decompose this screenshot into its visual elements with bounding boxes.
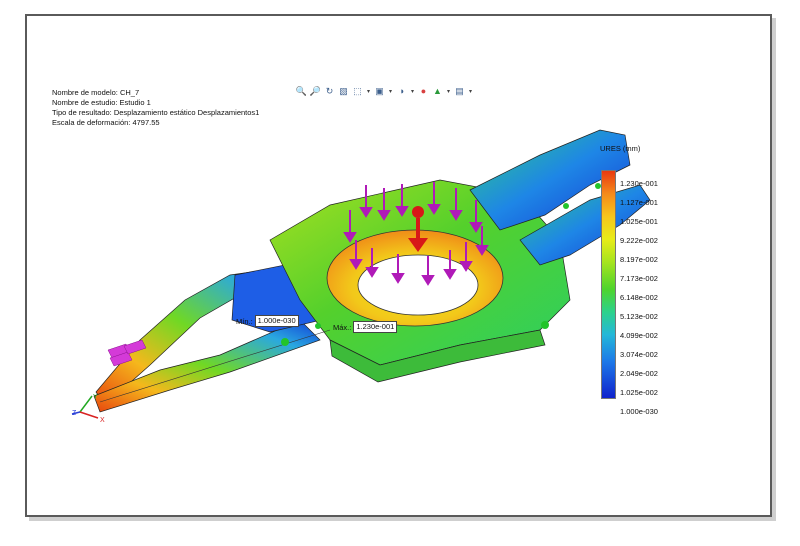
min-probe-label: Mín.: [236, 316, 253, 326]
hide-show-icon[interactable]: ◑ [396, 86, 407, 97]
edit-appearance-icon[interactable]: ● [418, 86, 429, 97]
chevron-down-icon[interactable]: ▾ [388, 86, 393, 97]
legend-label: 1.127e-001 [620, 198, 658, 207]
study-info: Nombre de modelo: CH_7 Nombre de estudio… [52, 88, 259, 128]
bearing-ring-hole [357, 254, 479, 316]
color-legend[interactable]: URES (mm) 1.230e-001 1.127e-001 1.025e-0… [598, 140, 718, 416]
min-probe[interactable]: Mín.: 1.000e-030 [236, 315, 299, 327]
max-probe-value: 1.230e-001 [353, 321, 398, 333]
max-probe[interactable]: Máx.: 1.230e-001 [333, 321, 398, 333]
chevron-down-icon[interactable]: ▾ [468, 86, 473, 97]
zoom-fit-icon[interactable]: 🔍 [296, 86, 307, 97]
rotate-icon[interactable]: ↻ [324, 86, 335, 97]
study-name: Nombre de estudio: Estudio 1 [52, 98, 151, 107]
chevron-down-icon[interactable]: ▾ [446, 86, 451, 97]
scene-icon[interactable]: ▲ [432, 86, 443, 97]
legend-label: 2.049e-002 [620, 369, 658, 378]
triad-y-label: Y [93, 394, 98, 401]
legend-label: 1.025e-002 [620, 388, 658, 397]
deformation-scale: Escala de deformación: 4797.55 [52, 118, 160, 127]
legend-label: 5.123e-002 [620, 312, 658, 321]
zoom-area-icon[interactable]: 🔎 [310, 86, 321, 97]
display-style-icon[interactable]: ▣ [374, 86, 385, 97]
section-view-icon[interactable]: ▧ [338, 86, 349, 97]
max-probe-label: Máx.: [333, 322, 352, 332]
view-settings-icon[interactable]: ▤ [454, 86, 465, 97]
legend-title: URES (mm) [600, 144, 641, 153]
triad-x-label: X [100, 417, 105, 424]
legend-label: 3.074e-002 [620, 350, 658, 359]
legend-label: 8.197e-002 [620, 255, 658, 264]
legend-label: 1.000e-030 [620, 407, 658, 416]
chevron-down-icon[interactable]: ▾ [410, 86, 415, 97]
result-type: Tipo de resultado: Desplazamiento estáti… [52, 108, 260, 117]
legend-label: 1.025e-001 [620, 217, 658, 226]
view-orientation-icon[interactable]: ⬚ [352, 86, 363, 97]
legend-label: 4.099e-002 [620, 331, 658, 340]
model-name: Nombre de modelo: CH_7 [52, 88, 140, 97]
legend-label: 6.148e-002 [620, 293, 658, 302]
legend-label: 1.230e-001 [620, 179, 658, 188]
min-probe-value: 1.000e-030 [254, 315, 299, 327]
legend-label: 9.222e-002 [620, 236, 658, 245]
triad-z-label: Z [72, 410, 77, 417]
heads-up-toolbar: 🔍 🔎 ↻ ▧ ⬚ ▾ ▣ ▾ ◑ ▾ ● ▲ ▾ ▤ ▾ [296, 84, 473, 98]
legend-label: 7.173e-002 [620, 274, 658, 283]
chevron-down-icon[interactable]: ▾ [366, 86, 371, 97]
legend-colorbar [601, 170, 616, 399]
